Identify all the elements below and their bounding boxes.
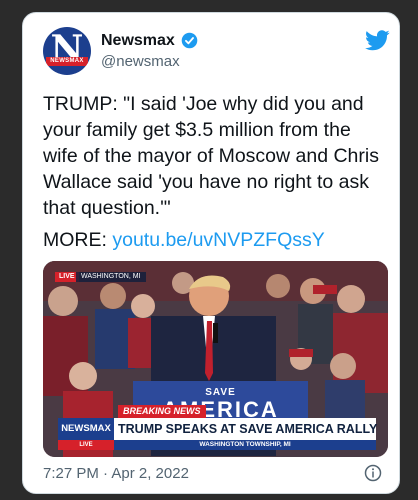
avatar-strip: NEWSMAX bbox=[46, 57, 88, 66]
live-small-tag: LIVE bbox=[58, 440, 114, 450]
account-handle[interactable]: @newsmax bbox=[101, 53, 180, 70]
info-icon[interactable] bbox=[364, 464, 382, 482]
lower-third-headline: TRUMP SPEAKS AT SAVE AMERICA RALLY bbox=[118, 422, 378, 436]
location-tag: WASHINGTON, MI bbox=[76, 272, 146, 282]
twitter-bird-icon[interactable] bbox=[365, 30, 390, 51]
breaking-news-label: BREAKING NEWS bbox=[118, 405, 206, 418]
more-line: MORE: youtu.be/uvNVPZFQssY bbox=[43, 229, 325, 252]
avatar[interactable]: N NEWSMAX bbox=[43, 27, 91, 75]
tweet-text: TRUMP: "I said 'Joe why did you and your… bbox=[43, 93, 379, 219]
avatar-letter: N bbox=[50, 28, 84, 70]
tweet-card: N NEWSMAX Newsmax @newsmax TRUMP: "I sai… bbox=[22, 12, 400, 494]
video-link[interactable]: youtu.be/uvNVPZFQssY bbox=[112, 229, 324, 251]
verified-badge-icon bbox=[181, 32, 198, 49]
lower-third-bar: NEWSMAX TRUMP SPEAKS AT SAVE AMERICA RAL… bbox=[58, 418, 378, 440]
tweet-timestamp[interactable]: 7:27 PM · Apr 2, 2022 bbox=[43, 465, 189, 482]
network-logo: NEWSMAX bbox=[58, 418, 114, 440]
video-thumbnail[interactable]: LIVE WASHINGTON, MI SAVE AMERICA BREAKIN… bbox=[43, 261, 388, 457]
more-label: MORE: bbox=[43, 229, 107, 251]
account-name[interactable]: Newsmax bbox=[101, 32, 175, 50]
lower-third-subline: WASHINGTON TOWNSHIP, MI bbox=[114, 440, 376, 450]
